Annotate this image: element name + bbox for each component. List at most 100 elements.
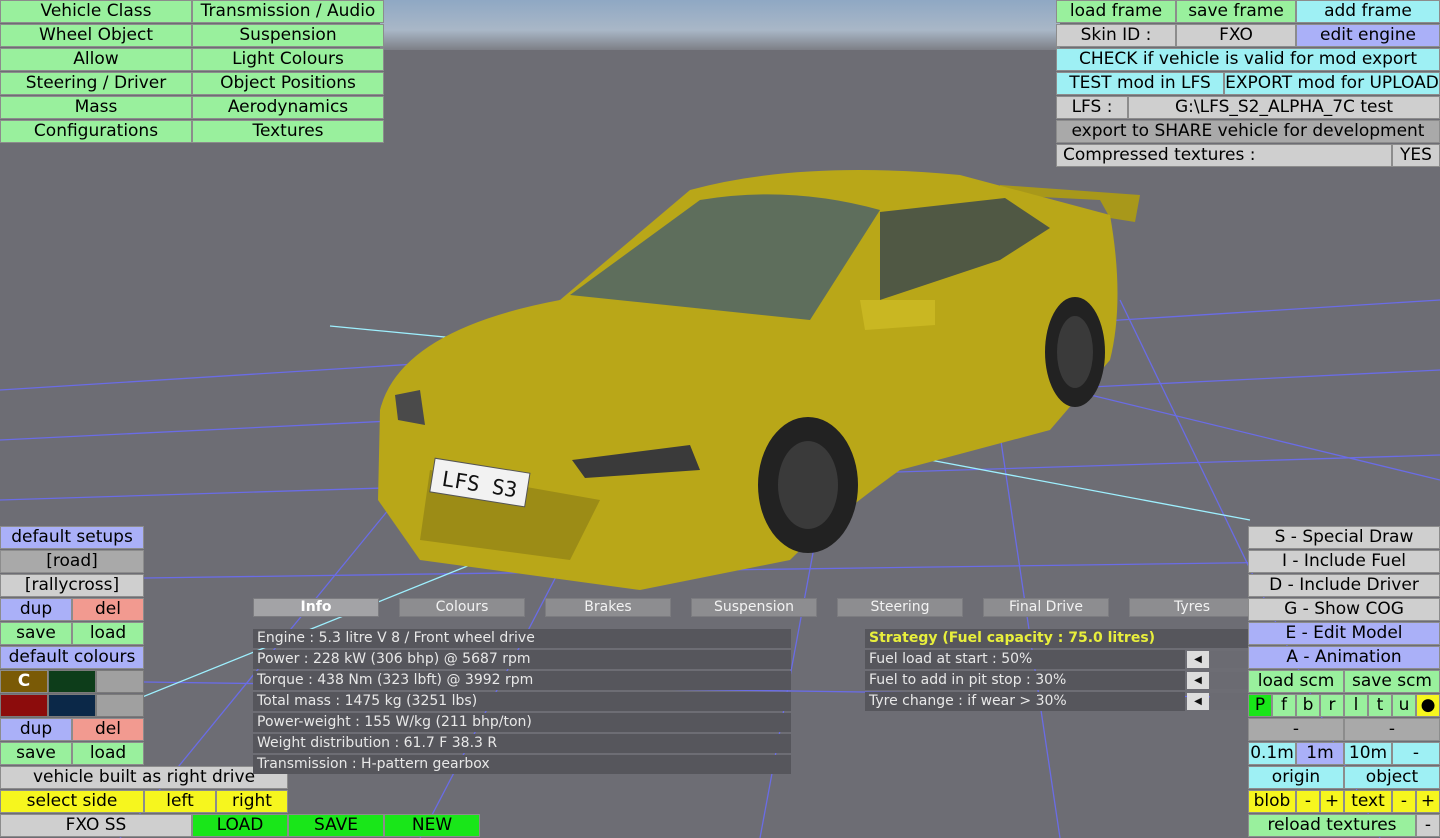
tab-tyres[interactable]: Tyres (1129, 598, 1255, 617)
default-setups-button[interactable]: default setups (0, 526, 144, 549)
info-torque: Torque : 438 Nm (323 lbft) @ 3992 rpm (253, 671, 791, 690)
blob-plus-button[interactable]: + (1320, 790, 1344, 813)
tyre-change-slider[interactable] (1210, 693, 1250, 710)
colour-swatch-grey-2[interactable] (96, 694, 144, 717)
flag-p-toggle[interactable]: P (1248, 694, 1272, 717)
step-01m-button[interactable]: 0.1m (1248, 742, 1296, 765)
setup-road[interactable]: [road] (0, 550, 144, 573)
step-minus-button[interactable]: - (1392, 742, 1440, 765)
colour-swatch-c[interactable]: C (0, 670, 48, 693)
tab-colours[interactable]: Colours (399, 598, 525, 617)
lfs-path-field[interactable]: G:\LFS_S2_ALPHA_7C test (1128, 96, 1440, 119)
menu-wheel-object[interactable]: Wheel Object (0, 24, 192, 47)
info-weight-distribution: Weight distribution : 61.7 F 38.3 R (253, 734, 791, 753)
reload-minus-button[interactable]: - (1416, 814, 1440, 837)
colour-del-button[interactable]: del (72, 718, 144, 741)
blob-minus-button[interactable]: - (1296, 790, 1320, 813)
menu-suspension[interactable]: Suspension (192, 24, 384, 47)
blob-label: blob (1248, 790, 1296, 813)
menu-object-positions[interactable]: Object Positions (192, 72, 384, 95)
default-colours-button[interactable]: default colours (0, 646, 144, 669)
menu-textures[interactable]: Textures (192, 120, 384, 143)
menu-allow[interactable]: Allow (0, 48, 192, 71)
dot-icon[interactable]: ● (1416, 694, 1440, 717)
export-share-button[interactable]: export to SHARE vehicle for development (1056, 120, 1440, 143)
origin-button[interactable]: origin (1248, 766, 1344, 789)
setup-save-button[interactable]: save (0, 622, 72, 645)
info-engine: Engine : 5.3 litre V 8 / Front wheel dri… (253, 629, 791, 648)
setup-dup-button[interactable]: dup (0, 598, 72, 621)
tab-suspension[interactable]: Suspension (691, 598, 817, 617)
fuel-pit-decrease-arrow-icon[interactable]: ◀ (1187, 672, 1209, 689)
dash-button-left[interactable]: - (1248, 718, 1344, 741)
tyre-change-decrease-arrow-icon[interactable]: ◀ (1187, 693, 1209, 710)
include-fuel-button[interactable]: I - Include Fuel (1248, 550, 1440, 573)
reload-textures-button[interactable]: reload textures (1248, 814, 1416, 837)
tab-final-drive[interactable]: Final Drive (983, 598, 1109, 617)
animation-button[interactable]: A - Animation (1248, 646, 1440, 669)
text-plus-button[interactable]: + (1416, 790, 1440, 813)
menu-vehicle-class[interactable]: Vehicle Class (0, 0, 192, 23)
tab-info[interactable]: Info (253, 598, 379, 617)
vehicle-name-field[interactable]: FXO SS (0, 814, 192, 837)
compressed-textures-toggle[interactable]: YES (1392, 144, 1440, 167)
side-right-button[interactable]: right (216, 790, 288, 813)
tab-brakes[interactable]: Brakes (545, 598, 671, 617)
rear-rim (1057, 316, 1093, 388)
load-frame-button[interactable]: load frame (1056, 0, 1176, 23)
flag-t-toggle[interactable]: t (1368, 694, 1392, 717)
colour-swatch-green[interactable] (48, 670, 96, 693)
check-valid-button[interactable]: CHECK if vehicle is valid for mod export (1056, 48, 1440, 71)
text-label: text (1344, 790, 1392, 813)
menu-transmission-audio[interactable]: Transmission / Audio (192, 0, 384, 23)
step-10m-button[interactable]: 10m (1344, 742, 1392, 765)
colour-load-button[interactable]: load (72, 742, 144, 765)
test-mod-button[interactable]: TEST mod in LFS (1056, 72, 1224, 95)
show-cog-button[interactable]: G - Show COG (1248, 598, 1440, 621)
side-left-button[interactable]: left (144, 790, 216, 813)
flag-r-toggle[interactable]: r (1320, 694, 1344, 717)
headlight-left (395, 390, 425, 425)
include-driver-button[interactable]: D - Include Driver (1248, 574, 1440, 597)
skin-id-field[interactable]: FXO (1176, 24, 1296, 47)
flag-b-toggle[interactable]: b (1296, 694, 1320, 717)
colour-swatch-navy[interactable] (48, 694, 96, 717)
dash-button-right[interactable]: - (1344, 718, 1440, 741)
colour-swatch-red[interactable] (0, 694, 48, 717)
menu-mass[interactable]: Mass (0, 96, 192, 119)
select-side-label: select side (0, 790, 144, 813)
load-scm-button[interactable]: load scm (1248, 670, 1344, 693)
colour-swatch-grey[interactable] (96, 670, 144, 693)
save-button[interactable]: SAVE (288, 814, 384, 837)
menu-configurations[interactable]: Configurations (0, 120, 192, 143)
text-minus-button[interactable]: - (1392, 790, 1416, 813)
add-frame-button[interactable]: add frame (1296, 0, 1440, 23)
fuel-start-slider[interactable] (1210, 651, 1250, 668)
new-button[interactable]: NEW (384, 814, 480, 837)
tab-steering[interactable]: Steering (837, 598, 963, 617)
flag-u-toggle[interactable]: u (1392, 694, 1416, 717)
edit-model-button[interactable]: E - Edit Model (1248, 622, 1440, 645)
step-1m-button[interactable]: 1m (1296, 742, 1344, 765)
load-button[interactable]: LOAD (192, 814, 288, 837)
fuel-pit-slider[interactable] (1210, 672, 1250, 689)
setup-del-button[interactable]: del (72, 598, 144, 621)
object-button[interactable]: object (1344, 766, 1440, 789)
export-mod-button[interactable]: EXPORT mod for UPLOAD (1224, 72, 1440, 95)
car-model[interactable]: LFS S3 (378, 170, 1140, 590)
save-scm-button[interactable]: save scm (1344, 670, 1440, 693)
colour-dup-button[interactable]: dup (0, 718, 72, 741)
fuel-start-decrease-arrow-icon[interactable]: ◀ (1187, 651, 1209, 668)
flag-f-toggle[interactable]: f (1272, 694, 1296, 717)
save-frame-button[interactable]: save frame (1176, 0, 1296, 23)
colour-save-button[interactable]: save (0, 742, 72, 765)
special-draw-button[interactable]: S - Special Draw (1248, 526, 1440, 549)
front-rim (778, 441, 838, 529)
flag-l-toggle[interactable]: l (1344, 694, 1368, 717)
setup-rallycross[interactable]: [rallycross] (0, 574, 144, 597)
menu-steering-driver[interactable]: Steering / Driver (0, 72, 192, 95)
setup-load-button[interactable]: load (72, 622, 144, 645)
edit-engine-button[interactable]: edit engine (1296, 24, 1440, 47)
menu-aerodynamics[interactable]: Aerodynamics (192, 96, 384, 119)
menu-light-colours[interactable]: Light Colours (192, 48, 384, 71)
